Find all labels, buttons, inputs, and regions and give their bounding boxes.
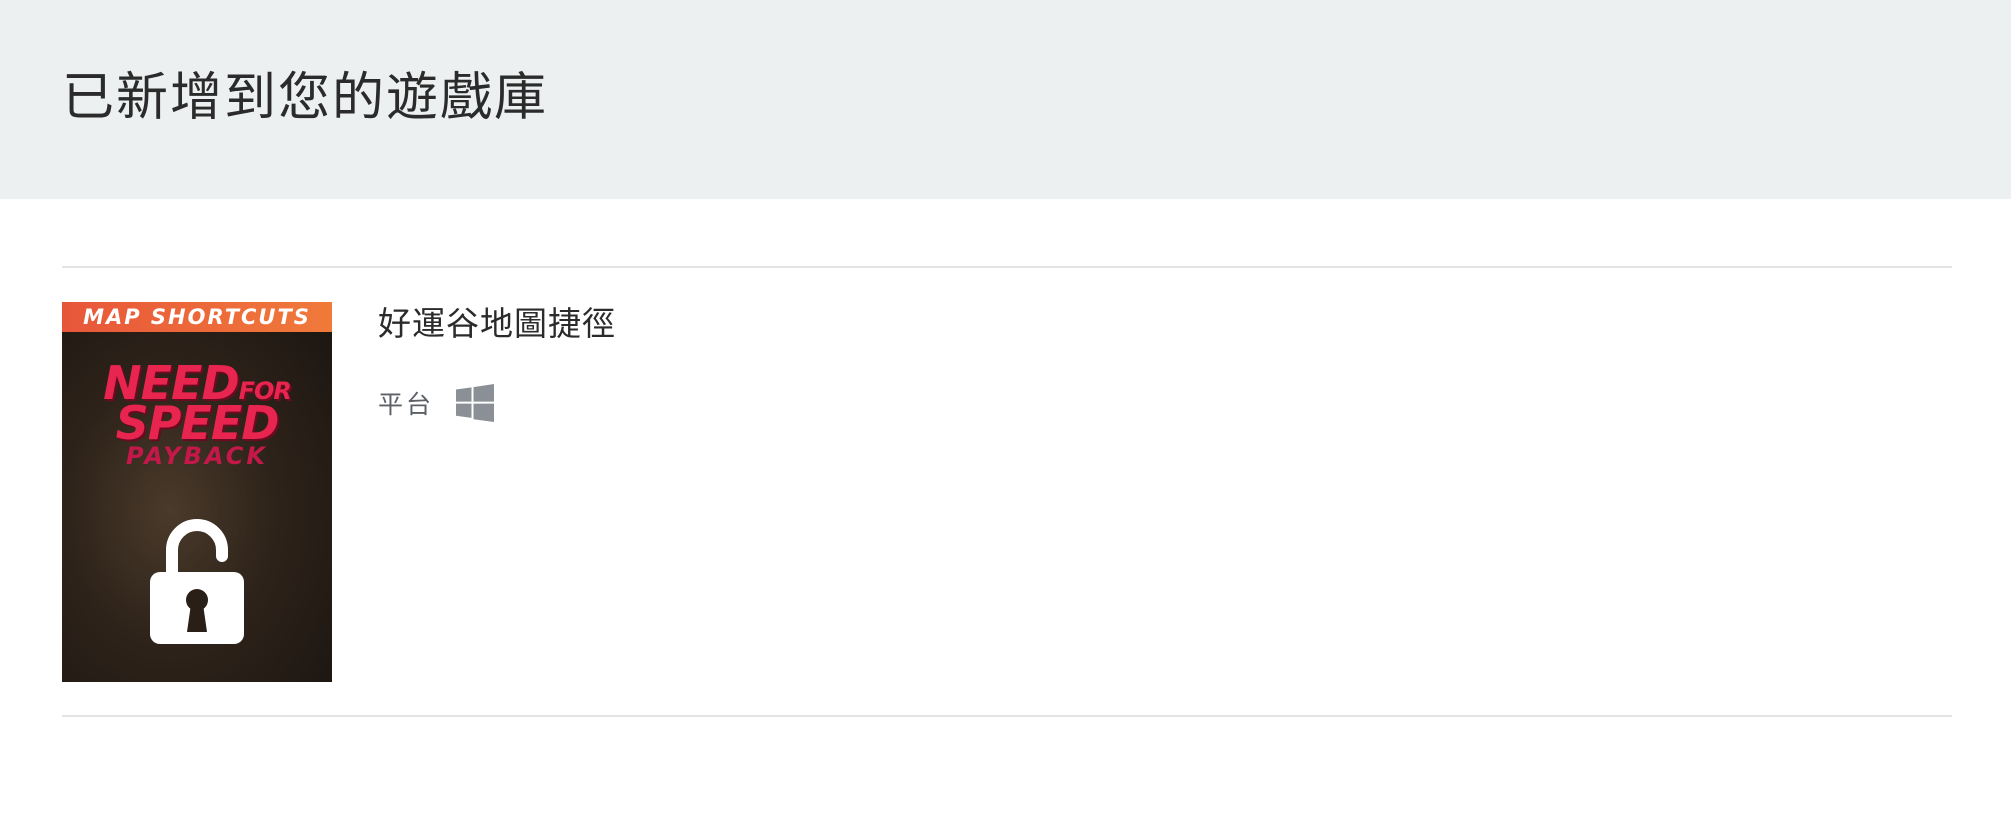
item-info: 好運谷地圖捷徑 平台 — [378, 302, 616, 422]
page-title: 已新增到您的遊戲庫 — [62, 68, 549, 128]
item-title[interactable]: 好運谷地圖捷徑 — [378, 302, 616, 346]
logo-payback-text: PAYBACK — [126, 442, 268, 470]
bottom-divider — [62, 715, 1952, 717]
library-item: MAP SHORTCUTS NEEDFOR SPEED PAYBACK 好運谷地… — [62, 302, 1952, 682]
unlocked-padlock-icon — [150, 519, 244, 644]
game-logo: NEEDFOR SPEED PAYBACK — [62, 360, 332, 468]
item-cover-art[interactable]: MAP SHORTCUTS NEEDFOR SPEED PAYBACK — [62, 302, 332, 682]
page-header: 已新增到您的遊戲庫 — [0, 0, 2011, 199]
windows-icon — [456, 384, 495, 422]
platform-label: 平台 — [378, 390, 435, 419]
cover-banner: MAP SHORTCUTS — [62, 302, 332, 332]
platform-row: 平台 — [378, 384, 616, 422]
top-divider — [62, 266, 1952, 268]
